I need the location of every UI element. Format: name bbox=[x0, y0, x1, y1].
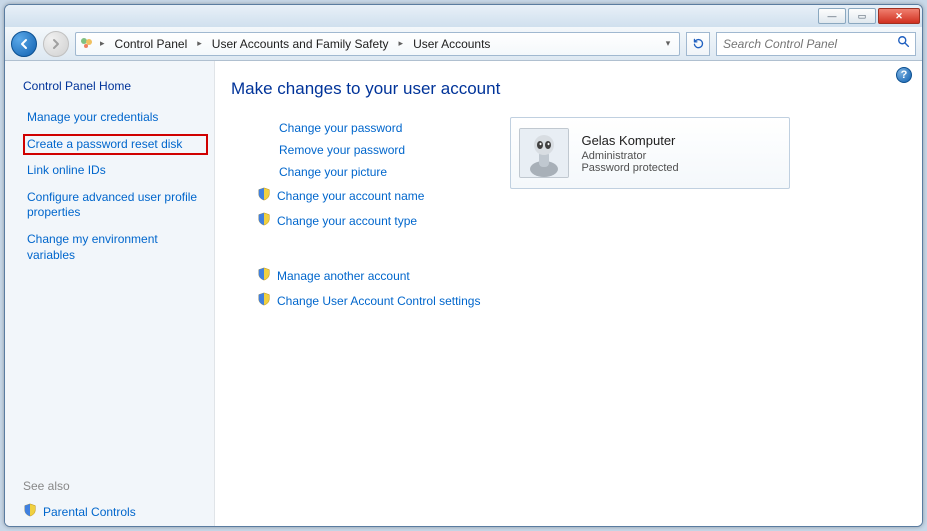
action-change-account-type[interactable]: Change your account type bbox=[277, 214, 417, 228]
main-pane: ? Make changes to your user account Chan… bbox=[215, 61, 922, 526]
action-list: Change your password Remove your passwor… bbox=[257, 117, 480, 313]
avatar bbox=[519, 128, 569, 178]
breadcrumb[interactable]: User Accounts bbox=[407, 33, 496, 55]
dropdown-icon[interactable]: ▾ bbox=[659, 35, 677, 53]
body: Control Panel Home Manage your credentia… bbox=[5, 61, 922, 526]
see-also-item-label: Parental Controls bbox=[43, 505, 136, 519]
navbar: ▸ Control Panel ▸ User Accounts and Fami… bbox=[5, 27, 922, 61]
address-bar[interactable]: ▸ Control Panel ▸ User Accounts and Fami… bbox=[75, 32, 680, 56]
shield-icon bbox=[257, 212, 271, 229]
task-change-env-variables[interactable]: Change my environment variables bbox=[23, 229, 208, 266]
see-also-label: See also bbox=[23, 479, 208, 493]
left-pane: Control Panel Home Manage your credentia… bbox=[5, 61, 215, 526]
chevron-right-icon[interactable]: ▸ bbox=[397, 38, 406, 49]
shield-icon bbox=[23, 503, 37, 520]
forward-button bbox=[43, 31, 69, 57]
back-button[interactable] bbox=[11, 31, 37, 57]
shield-icon bbox=[257, 292, 271, 309]
breadcrumb[interactable]: Control Panel bbox=[109, 33, 194, 55]
minimize-button[interactable]: — bbox=[818, 8, 846, 24]
search-input[interactable] bbox=[721, 36, 897, 52]
task-link-online-ids[interactable]: Link online IDs bbox=[23, 160, 208, 182]
task-configure-advanced-profile[interactable]: Configure advanced user profile properti… bbox=[23, 187, 208, 224]
maximize-button[interactable]: ▭ bbox=[848, 8, 876, 24]
action-change-password[interactable]: Change your password bbox=[279, 121, 402, 135]
location-icon bbox=[78, 35, 96, 53]
shield-icon bbox=[257, 187, 271, 204]
user-status: Password protected bbox=[581, 162, 678, 174]
control-panel-home-link[interactable]: Control Panel Home bbox=[23, 79, 208, 93]
refresh-button[interactable] bbox=[686, 32, 710, 56]
see-also-parental-controls[interactable]: Parental Controls bbox=[23, 503, 208, 520]
task-manage-credentials[interactable]: Manage your credentials bbox=[23, 107, 208, 129]
breadcrumb[interactable]: User Accounts and Family Safety bbox=[206, 33, 395, 55]
user-card[interactable]: Gelas Komputer Administrator Password pr… bbox=[510, 117, 790, 189]
titlebar: — ▭ ✕ bbox=[5, 5, 922, 27]
shield-icon bbox=[257, 267, 271, 284]
search-icon[interactable] bbox=[897, 35, 911, 52]
action-change-uac-settings[interactable]: Change User Account Control settings bbox=[277, 294, 480, 308]
action-remove-password[interactable]: Remove your password bbox=[279, 143, 405, 157]
action-change-picture[interactable]: Change your picture bbox=[279, 165, 387, 179]
action-change-account-name[interactable]: Change your account name bbox=[277, 189, 424, 203]
close-button[interactable]: ✕ bbox=[878, 8, 920, 24]
task-create-password-reset-disk[interactable]: Create a password reset disk bbox=[23, 134, 208, 156]
help-button[interactable]: ? bbox=[896, 67, 912, 83]
action-manage-another-account[interactable]: Manage another account bbox=[277, 269, 410, 283]
search-box[interactable] bbox=[716, 32, 916, 56]
chevron-right-icon[interactable]: ▸ bbox=[98, 38, 107, 49]
user-role: Administrator bbox=[581, 150, 678, 162]
user-info: Gelas Komputer Administrator Password pr… bbox=[581, 133, 678, 174]
user-name: Gelas Komputer bbox=[581, 133, 678, 148]
window: — ▭ ✕ ▸ Control Panel ▸ User Accounts an… bbox=[4, 4, 923, 527]
chevron-right-icon[interactable]: ▸ bbox=[195, 38, 204, 49]
page-title: Make changes to your user account bbox=[231, 79, 906, 99]
